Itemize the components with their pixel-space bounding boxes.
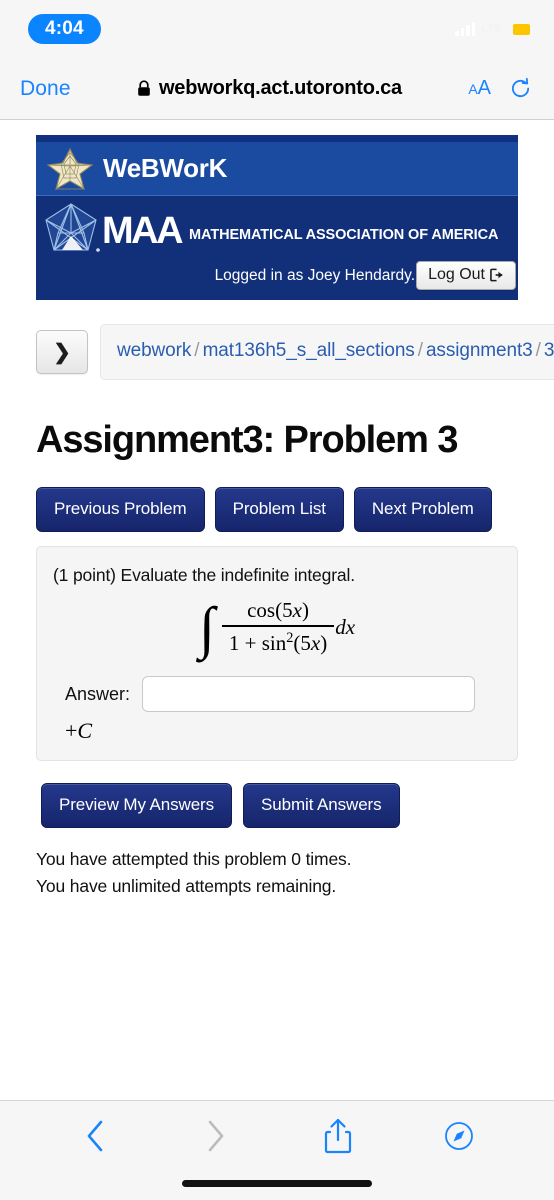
header-top-strip: [36, 135, 518, 142]
share-button[interactable]: [277, 1117, 399, 1155]
lock-icon: [138, 80, 150, 96]
page-title: Assignment3: Problem 3: [36, 419, 458, 461]
maa-band: MAA MATHEMATICAL ASSOCIATION OF AMERICA …: [36, 196, 518, 300]
breadcrumb: ❯ webwork / mat136h5_s_all_sections / assign…: [36, 324, 554, 380]
done-button[interactable]: Done: [20, 77, 71, 101]
breadcrumb-separator: /: [194, 340, 200, 361]
text-size-small-a: A: [468, 81, 478, 97]
logout-button-label: Log Out: [428, 266, 485, 283]
site-brand-title: WeBWorK: [103, 153, 228, 183]
home-indicator: [182, 1180, 372, 1187]
logout-button[interactable]: Log Out: [416, 261, 516, 290]
problem-list-button[interactable]: Problem List: [214, 487, 344, 533]
breadcrumb-toggle-button[interactable]: ❯: [36, 330, 88, 374]
status-bar-clock: 4:04: [28, 13, 101, 45]
login-status-row: Logged in as Joey Hendardy. Log Out: [36, 258, 518, 290]
attempts-remaining-text: You have unlimited attempts remaining.: [36, 876, 337, 897]
battery-low-power-icon: [513, 23, 530, 35]
address-field[interactable]: webworkq.act.utoronto.ca: [75, 77, 465, 100]
forward-button[interactable]: [156, 1119, 278, 1153]
problem-statement: (1 point) Evaluate the indefinite integr…: [53, 565, 355, 586]
integral-sign: ∫: [198, 595, 215, 661]
answer-row: Answer:: [53, 676, 501, 713]
brand-bar: WeBWorK: [36, 142, 518, 196]
site-header: WeBWorK MAA MATHEMATICAL ASSOCIATION OF …: [36, 135, 518, 300]
status-bar-indicators: LTE: [455, 22, 530, 36]
web-page-content: WeBWorK MAA MATHEMATICAL ASSOCIATION OF …: [0, 121, 554, 1100]
webwork-star-icon: [46, 147, 94, 190]
breadcrumb-trail: webwork / mat136h5_s_all_sections / assignme…: [100, 324, 554, 380]
browser-bottom-toolbar: [0, 1100, 554, 1200]
preview-answers-button[interactable]: Preview My Answers: [41, 783, 233, 829]
toolbar-icons: [0, 1101, 554, 1171]
attempts-info: You have attempted this problem 0 times.…: [36, 846, 518, 900]
attempts-count-text: You have attempted this problem 0 times.: [36, 849, 352, 870]
maa-icosahedron-icon: [45, 203, 100, 252]
maa-logo-row: MAA MATHEMATICAL ASSOCIATION OF AMERICA: [36, 200, 518, 262]
problem-nav-buttons: Previous Problem Problem List Next Probl…: [36, 487, 518, 533]
signal-bars-icon: [455, 22, 476, 36]
chevron-left-icon: [87, 1120, 103, 1152]
problem-panel: (1 point) Evaluate the indefinite integr…: [36, 546, 518, 762]
differential: dx: [335, 614, 356, 639]
breadcrumb-item-course[interactable]: mat136h5_s_all_sections: [203, 340, 415, 361]
back-button[interactable]: [34, 1119, 156, 1153]
breadcrumb-separator: /: [535, 340, 541, 361]
browser-url-bar: Done webworkq.act.utoronto.ca AA: [0, 58, 554, 120]
submit-answers-button[interactable]: Submit Answers: [243, 783, 400, 829]
text-size-button[interactable]: AA: [468, 77, 491, 100]
safari-compass-icon: [445, 1122, 474, 1150]
breadcrumb-item-webwork[interactable]: webwork: [117, 340, 191, 361]
tabs-button[interactable]: [399, 1121, 521, 1151]
constant-of-integration-note: +C: [65, 718, 93, 744]
sign-out-icon: [490, 268, 503, 282]
answer-input[interactable]: [142, 676, 475, 713]
reload-icon[interactable]: [509, 77, 532, 100]
chevron-right-icon: [208, 1120, 224, 1152]
logged-in-text: Logged in as Joey Hendardy.: [214, 266, 416, 284]
chevron-right-icon: ❯: [53, 340, 71, 364]
fraction-denominator: 1 + sin2(5x): [228, 630, 328, 656]
maa-full-name: MATHEMATICAL ASSOCIATION OF AMERICA: [189, 226, 499, 243]
fraction: cos(5x) 1 + sin2(5x): [221, 598, 335, 656]
text-size-large-a: A: [477, 77, 491, 99]
previous-problem-button[interactable]: Previous Problem: [36, 487, 205, 533]
maa-abbreviation: MAA: [102, 210, 184, 252]
url-text: webworkq.act.utoronto.ca: [158, 77, 402, 99]
next-problem-button[interactable]: Next Problem: [353, 487, 492, 533]
exponent: 2: [286, 630, 294, 647]
network-type-label: LTE: [481, 23, 502, 35]
integral-expression: ∫ cos(5x) 1 + sin2(5x) dx: [53, 598, 501, 656]
status-bar: 4:04 LTE: [0, 0, 554, 58]
answer-action-buttons: Preview My Answers Submit Answers: [36, 783, 518, 829]
phone-screen: 4:04 LTE Done webworkq.act.utoronto.ca A…: [0, 0, 554, 1200]
share-icon: [324, 1118, 351, 1154]
breadcrumb-separator: /: [417, 340, 423, 361]
answer-label: Answer:: [65, 683, 131, 704]
fraction-numerator: cos(5x): [247, 598, 309, 623]
breadcrumb-item-problem[interactable]: 3: [544, 340, 554, 361]
breadcrumb-item-assignment[interactable]: assignment3: [426, 340, 533, 361]
